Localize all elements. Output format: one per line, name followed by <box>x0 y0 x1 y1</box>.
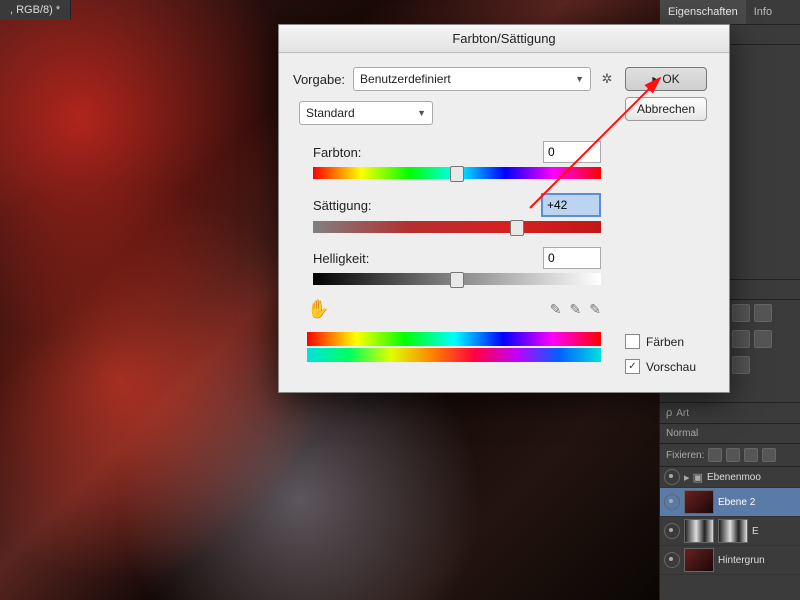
chevron-down-icon: ▼ <box>575 74 584 84</box>
slider-thumb[interactable] <box>450 272 464 288</box>
layer-name: E <box>752 526 759 537</box>
adj-icon[interactable] <box>754 304 772 322</box>
lightness-input[interactable] <box>543 247 601 269</box>
hue-saturation-dialog: Farbton/Sättigung Vorgabe: Benutzerdefin… <box>278 24 730 393</box>
preview-checkbox[interactable]: ✓ Vorschau <box>625 359 696 374</box>
lock-icon[interactable] <box>744 448 758 462</box>
saturation-label: Sättigung: <box>313 198 463 213</box>
preset-value: Benutzerdefiniert <box>360 72 451 86</box>
ok-button[interactable]: ▸OK <box>625 67 707 91</box>
checkbox-icon[interactable]: ✓ <box>625 359 640 374</box>
visibility-icon[interactable] <box>664 469 680 485</box>
eyedropper-minus-icon[interactable]: ✎ <box>589 301 601 318</box>
document-tab[interactable]: , RGB/8) * <box>0 0 71 20</box>
visibility-icon[interactable] <box>664 494 680 510</box>
visibility-icon[interactable] <box>664 552 680 568</box>
layer-row[interactable]: E <box>660 517 800 546</box>
dialog-title: Farbton/Sättigung <box>279 25 729 53</box>
slider-thumb[interactable] <box>450 166 464 182</box>
eyedropper-plus-icon[interactable]: ✎ <box>570 301 582 318</box>
lock-label: Fixieren: <box>666 450 704 461</box>
slider-thumb[interactable] <box>510 220 524 236</box>
spectrum-top <box>307 332 601 346</box>
gear-icon[interactable]: ✲ <box>599 71 615 87</box>
layer-thumbnail[interactable] <box>684 490 714 514</box>
preview-label: Vorschau <box>646 360 696 374</box>
ok-label: OK <box>662 72 679 86</box>
tab-properties[interactable]: Eigenschaften <box>660 0 746 24</box>
tab-info[interactable]: Info <box>746 0 780 24</box>
hue-slider[interactable] <box>313 167 601 179</box>
lock-icon[interactable] <box>708 448 722 462</box>
colorize-label: Färben <box>646 335 684 349</box>
adj-icon[interactable] <box>732 330 750 348</box>
lock-icon[interactable] <box>726 448 740 462</box>
visibility-icon[interactable] <box>664 523 680 539</box>
adj-icon[interactable] <box>754 330 772 348</box>
scrubby-hand-icon[interactable]: ✋ <box>307 299 329 320</box>
spectrum-bottom <box>307 348 601 362</box>
lightness-label: Helligkeit: <box>313 251 463 266</box>
layer-mask-thumbnail[interactable] <box>718 519 748 543</box>
lightness-slider[interactable] <box>313 273 601 285</box>
colorize-checkbox[interactable]: Färben <box>625 334 684 349</box>
preset-select[interactable]: Benutzerdefiniert ▼ <box>353 67 591 91</box>
layer-row[interactable]: Ebene 2 <box>660 488 800 517</box>
checkbox-icon[interactable] <box>625 334 640 349</box>
layer-name: Ebene 2 <box>718 497 755 508</box>
layer-name: Ebenenmoo <box>707 472 761 483</box>
saturation-input[interactable] <box>541 193 601 217</box>
hue-label: Farbton: <box>313 145 463 160</box>
saturation-slider[interactable] <box>313 221 601 233</box>
chevron-down-icon: ▼ <box>417 108 426 118</box>
eyedropper-icon[interactable]: ✎ <box>550 301 562 318</box>
layer-kind[interactable]: Art <box>676 408 689 419</box>
lock-icon[interactable] <box>762 448 776 462</box>
channel-select[interactable]: Standard ▼ <box>299 101 433 125</box>
layer-thumbnail[interactable] <box>684 519 714 543</box>
blend-mode[interactable]: Normal <box>666 428 698 439</box>
channel-value: Standard <box>306 106 355 120</box>
layer-row[interactable]: Hintergrun <box>660 546 800 575</box>
hue-input[interactable] <box>543 141 601 163</box>
adj-icon[interactable] <box>732 356 750 374</box>
cancel-button[interactable]: Abbrechen <box>625 97 707 121</box>
layer-name: Hintergrun <box>718 555 765 566</box>
adj-icon[interactable] <box>732 304 750 322</box>
layer-thumbnail[interactable] <box>684 548 714 572</box>
layer-row[interactable]: ▸ ▣ Ebenenmoo <box>660 467 800 488</box>
preset-label: Vorgabe: <box>293 72 345 87</box>
